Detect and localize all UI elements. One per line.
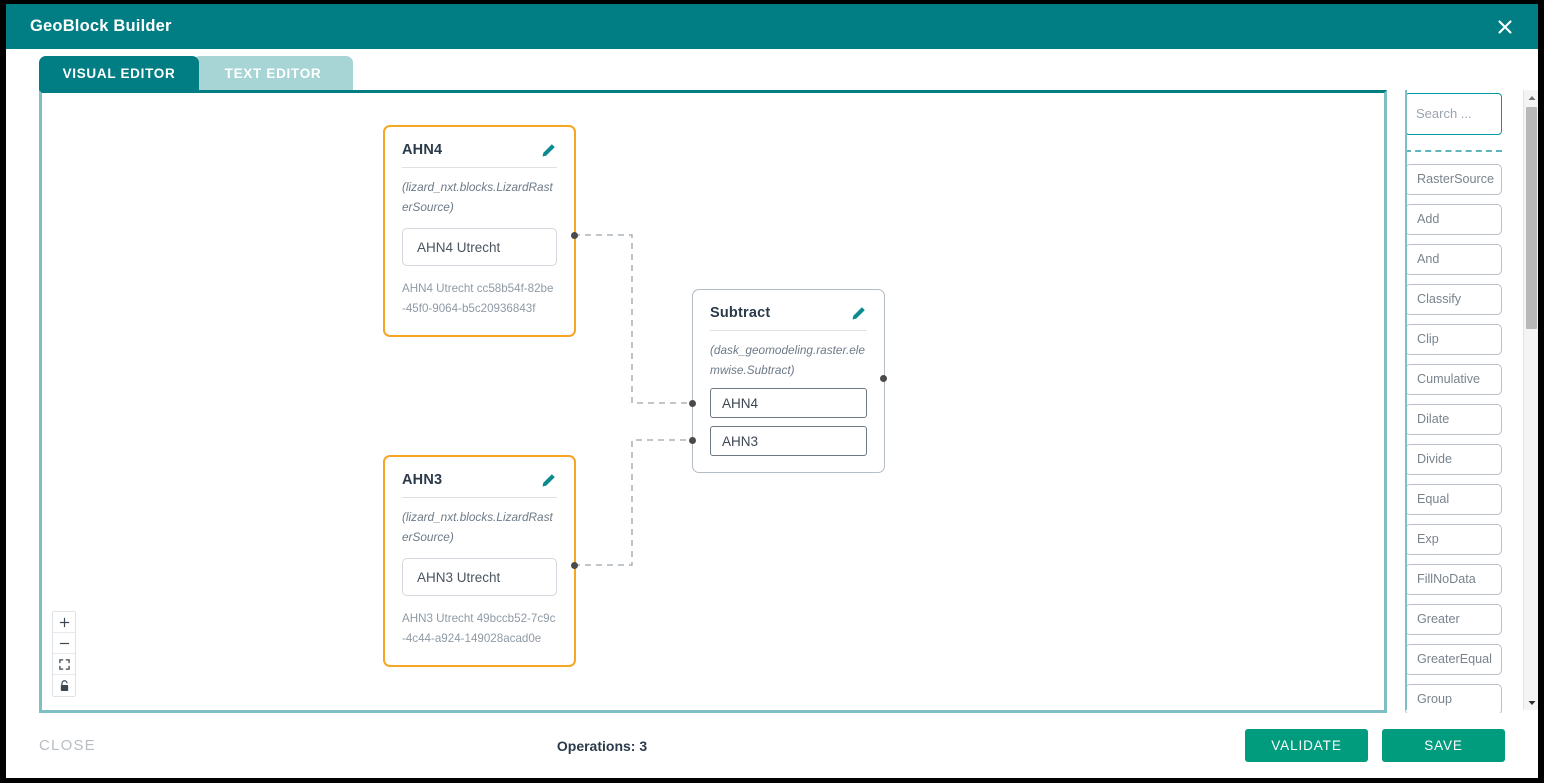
- node-subtract-header: Subtract: [710, 304, 867, 331]
- editor-body: AHN4 (lizard_nxt.blocks.LizardRasterSour…: [6, 90, 1538, 713]
- footer-actions: VALIDATE SAVE: [1245, 729, 1505, 762]
- port-ahn4-output[interactable]: [571, 232, 578, 239]
- lock-canvas-button[interactable]: [53, 675, 75, 696]
- close-button[interactable]: CLOSE: [39, 737, 96, 754]
- block-label: Greater: [1417, 612, 1460, 627]
- geoblock-builder-window: GeoBlock Builder VISUAL EDITOR TEXT EDIT…: [6, 4, 1538, 778]
- node-subtract-arg2-input[interactable]: [710, 426, 867, 456]
- validate-button[interactable]: VALIDATE: [1245, 729, 1368, 762]
- edge-ahn3-to-subtract: [574, 439, 692, 566]
- node-ahn3[interactable]: AHN3 (lizard_nxt.blocks.LizardRasterSour…: [383, 455, 576, 667]
- block-label: Group: [1417, 692, 1453, 707]
- node-subtract-edit-button[interactable]: [849, 304, 867, 322]
- zoom-in-icon: [59, 617, 69, 627]
- tab-text-editor-label: TEXT EDITOR: [224, 65, 322, 81]
- graph-canvas[interactable]: AHN4 (lizard_nxt.blocks.LizardRasterSour…: [39, 90, 1387, 713]
- tab-visual-editor[interactable]: VISUAL EDITOR: [39, 56, 199, 90]
- node-ahn4-edit-button[interactable]: [539, 141, 557, 159]
- port-subtract-output[interactable]: [880, 375, 887, 382]
- search-input[interactable]: [1405, 93, 1502, 135]
- edge-ahn4-to-subtract: [574, 234, 692, 404]
- block-label: Clip: [1417, 332, 1439, 347]
- page-title: GeoBlock Builder: [30, 17, 172, 35]
- scroll-down-button[interactable]: [1524, 695, 1538, 710]
- port-ahn3-output[interactable]: [571, 562, 578, 569]
- pencil-icon: [542, 473, 555, 486]
- node-ahn3-edit-button[interactable]: [539, 471, 557, 489]
- block-item-group[interactable]: Group: [1405, 683, 1502, 713]
- sidebar-divider: [1405, 90, 1407, 710]
- block-item-dilate[interactable]: Dilate: [1405, 403, 1502, 435]
- sidebar-separator: [1405, 149, 1502, 152]
- block-item-clip[interactable]: Clip: [1405, 323, 1502, 355]
- block-item-divide[interactable]: Divide: [1405, 443, 1502, 475]
- block-label: Dilate: [1417, 412, 1450, 427]
- block-item-exp[interactable]: Exp: [1405, 523, 1502, 555]
- block-list: RasterSource Add And Classify Clip Cumul…: [1405, 163, 1521, 713]
- block-label: Exp: [1417, 532, 1439, 547]
- title-bar: GeoBlock Builder: [6, 4, 1538, 49]
- block-item-fillnodata[interactable]: FillNoData: [1405, 563, 1502, 595]
- node-subtract-class: (dask_geomodeling.raster.elemwise.Subtra…: [710, 343, 865, 377]
- save-button[interactable]: SAVE: [1382, 729, 1505, 762]
- editor-tabs: VISUAL EDITOR TEXT EDITOR: [6, 49, 1538, 90]
- node-subtract-arg1-input[interactable]: [710, 388, 867, 418]
- node-ahn3-source-input[interactable]: [402, 558, 557, 596]
- block-item-classify[interactable]: Classify: [1405, 283, 1502, 315]
- block-item-greater[interactable]: Greater: [1405, 603, 1502, 635]
- node-ahn4-meta: AHN4 Utrecht cc58b54f-82be-45f0-9064-b5c…: [402, 282, 554, 315]
- block-label: Cumulative: [1417, 372, 1480, 387]
- port-subtract-arg2[interactable]: [689, 437, 696, 444]
- canvas-zoom-controls: [52, 611, 76, 697]
- lock-icon: [60, 679, 68, 691]
- block-label: RasterSource: [1417, 172, 1494, 187]
- node-subtract[interactable]: Subtract (dask_geomodeling.raster.elemwi…: [692, 289, 885, 473]
- block-item-and[interactable]: And: [1405, 243, 1502, 275]
- block-item-cumulative[interactable]: Cumulative: [1405, 363, 1502, 395]
- tab-text-editor[interactable]: TEXT EDITOR: [193, 56, 353, 90]
- node-ahn4-header: AHN4: [402, 141, 557, 168]
- fit-view-button[interactable]: [53, 654, 75, 675]
- zoom-out-icon: [59, 642, 69, 644]
- block-label: FillNoData: [1417, 572, 1476, 587]
- blocks-sidebar: RasterSource Add And Classify Clip Cumul…: [1405, 90, 1538, 713]
- zoom-out-button[interactable]: [53, 633, 75, 654]
- node-ahn3-title: AHN3: [402, 472, 443, 488]
- pencil-icon: [542, 143, 555, 156]
- block-item-greaterequal[interactable]: GreaterEqual: [1405, 643, 1502, 675]
- footer-bar: CLOSE Operations: 3 VALIDATE SAVE: [6, 713, 1538, 778]
- block-item-rastersource[interactable]: RasterSource: [1405, 163, 1502, 195]
- sidebar-scrollbar[interactable]: [1523, 90, 1538, 710]
- scroll-up-button[interactable]: [1524, 90, 1538, 105]
- close-icon: [1498, 19, 1512, 34]
- node-subtract-title: Subtract: [710, 305, 771, 321]
- node-ahn4-source-input[interactable]: [402, 228, 557, 266]
- node-ahn3-meta: AHN3 Utrecht 49bccb52-7c9c-4c44-a924-149…: [402, 612, 556, 645]
- zoom-in-button[interactable]: [53, 612, 75, 633]
- block-item-add[interactable]: Add: [1405, 203, 1502, 235]
- block-label: GreaterEqual: [1417, 652, 1492, 667]
- node-ahn3-header: AHN3: [402, 471, 557, 498]
- block-label: Classify: [1417, 292, 1462, 307]
- fit-view-icon: [58, 658, 70, 670]
- chevron-down-icon: [1528, 700, 1535, 705]
- port-subtract-arg1[interactable]: [689, 400, 696, 407]
- pencil-icon: [852, 306, 865, 319]
- block-label: Add: [1417, 212, 1440, 227]
- tab-visual-editor-label: VISUAL EDITOR: [62, 65, 176, 81]
- node-ahn4-title: AHN4: [402, 142, 443, 158]
- block-label: Equal: [1417, 492, 1450, 507]
- block-label: And: [1417, 252, 1440, 267]
- graph-canvas-inner: AHN4 (lizard_nxt.blocks.LizardRasterSour…: [42, 93, 1384, 710]
- node-ahn4-class: (lizard_nxt.blocks.LizardRasterSource): [402, 180, 553, 214]
- node-ahn4[interactable]: AHN4 (lizard_nxt.blocks.LizardRasterSour…: [383, 125, 576, 337]
- node-ahn3-class: (lizard_nxt.blocks.LizardRasterSource): [402, 510, 553, 544]
- chevron-up-icon: [1528, 95, 1535, 100]
- block-label: Divide: [1417, 452, 1452, 467]
- close-window-button[interactable]: [1488, 10, 1522, 44]
- scrollbar-thumb[interactable]: [1526, 107, 1537, 329]
- block-item-equal[interactable]: Equal: [1405, 483, 1502, 515]
